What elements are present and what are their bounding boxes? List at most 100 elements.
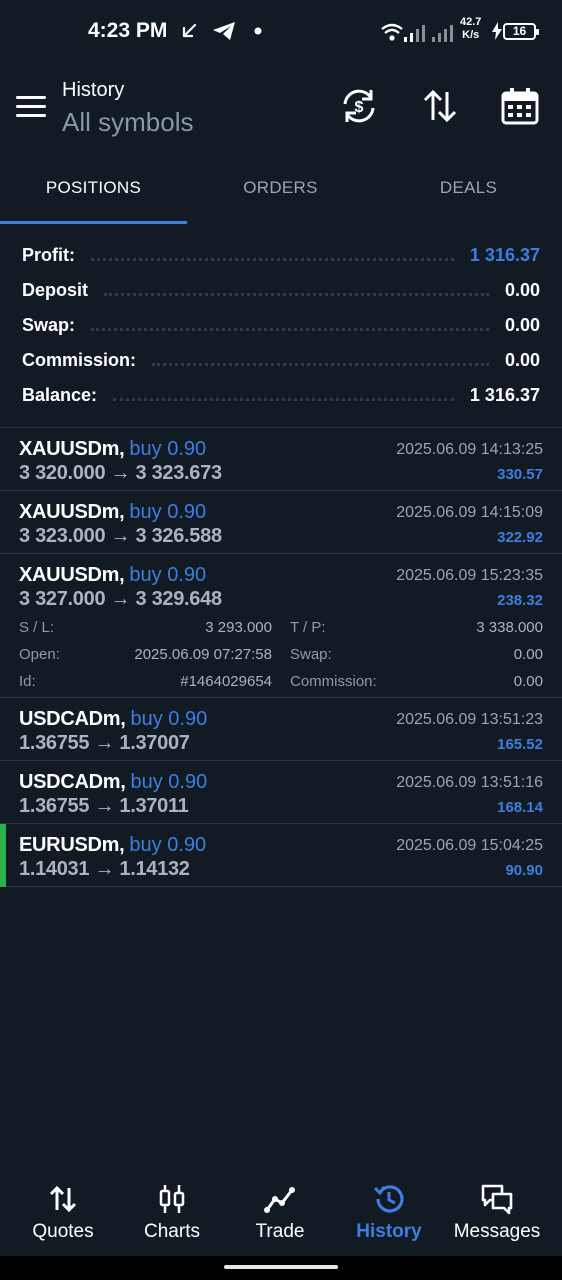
- signal-bars-icon: [404, 25, 453, 42]
- history-clock-icon: [373, 1185, 404, 1213]
- position-side: buy 0.90: [130, 771, 208, 793]
- summary-row-deposit: Deposit 0.00: [0, 273, 562, 308]
- position-profit: 322.92: [497, 529, 543, 546]
- quotes-arrows-icon: [49, 1185, 77, 1213]
- position-date: 2025.06.09 15:04:25: [396, 837, 543, 854]
- tp-label: T / P:: [290, 619, 326, 636]
- position-symbol: XAUUSDm,: [19, 564, 125, 586]
- network-speed: 42.7 K/s: [460, 16, 481, 42]
- svg-text:$: $: [355, 99, 364, 116]
- position-prices: 1.36755 → 1.37007: [19, 732, 190, 754]
- balance-value: 1 316.37: [469, 385, 540, 405]
- open-label: Open:: [19, 646, 60, 663]
- position-side: buy 0.90: [129, 564, 207, 586]
- nav-charts[interactable]: Charts: [117, 1170, 227, 1256]
- bottom-navigation: Quotes Charts Trade History Messages: [0, 1170, 562, 1256]
- position-row[interactable]: EURUSDm, buy 0.90 1.14031 → 1.14132 2025…: [0, 824, 562, 887]
- commission-detail-value: 0.00: [513, 673, 543, 690]
- tp-value: 3 338.000: [476, 619, 543, 636]
- position-prices: 1.36755 → 1.37011: [19, 795, 189, 817]
- summary-row-swap: Swap: 0.00: [0, 308, 562, 343]
- telegram-icon: [213, 22, 235, 40]
- profit-label: Profit:: [22, 245, 75, 265]
- home-gesture-bar[interactable]: [224, 1265, 338, 1269]
- position-row[interactable]: XAUUSDm, buy 0.90 3 320.000 → 3 323.673 …: [0, 428, 562, 491]
- page-title: History: [62, 79, 125, 101]
- menu-icon-bar: [16, 114, 46, 117]
- swap-detail-label: Swap:: [290, 646, 332, 663]
- position-side: buy 0.90: [130, 708, 208, 730]
- tab-orders[interactable]: ORDERS: [187, 154, 374, 224]
- position-profit: 238.32: [497, 592, 543, 609]
- position-date: 2025.06.09 14:13:25: [396, 441, 543, 458]
- position-prices: 3 327.000 → 3 329.648: [19, 588, 222, 610]
- position-row[interactable]: USDCADm, buy 0.90 1.36755 → 1.37011 2025…: [0, 761, 562, 824]
- position-date: 2025.06.09 15:23:35: [396, 567, 543, 584]
- nav-trade-label: Trade: [255, 1221, 305, 1242]
- nav-charts-label: Charts: [144, 1221, 200, 1242]
- wifi-icon: [381, 23, 403, 41]
- position-profit: 330.57: [497, 466, 543, 483]
- swap-value: 0.00: [504, 315, 540, 335]
- position-side: buy 0.90: [129, 501, 207, 523]
- position-symbol: EURUSDm,: [19, 834, 125, 856]
- position-symbol: USDCADm,: [19, 708, 126, 730]
- summary-row-commission: Commission: 0.00: [0, 343, 562, 378]
- position-date: 2025.06.09 14:15:09: [396, 504, 543, 521]
- position-profit: 168.14: [497, 799, 543, 816]
- charging-bolt-icon: [492, 22, 502, 40]
- menu-icon-bar: [16, 96, 46, 99]
- battery-indicator: 16: [503, 23, 539, 40]
- balance-label: Balance:: [22, 385, 98, 405]
- positions-list: XAUUSDm, buy 0.90 3 320.000 → 3 323.673 …: [0, 427, 562, 887]
- tab-positions[interactable]: POSITIONS: [0, 154, 187, 224]
- calendar-icon[interactable]: [500, 86, 540, 126]
- menu-icon-bar: [16, 105, 46, 108]
- nav-history[interactable]: History: [334, 1170, 444, 1256]
- nav-quotes[interactable]: Quotes: [8, 1170, 118, 1256]
- menu-button[interactable]: [16, 96, 46, 118]
- position-row[interactable]: XAUUSDm, buy 0.90 3 323.000 → 3 326.588 …: [0, 491, 562, 554]
- position-date: 2025.06.09 13:51:23: [396, 711, 543, 728]
- open-value: 2025.06.09 07:27:58: [134, 646, 272, 663]
- currency-exchange-icon[interactable]: $: [339, 86, 379, 126]
- position-side: buy 0.90: [129, 438, 207, 460]
- status-time: 4:23 PM: [88, 19, 168, 42]
- position-row[interactable]: USDCADm, buy 0.90 1.36755 → 1.37007 2025…: [0, 698, 562, 761]
- dotted-leader: [113, 398, 454, 401]
- summary-row-balance: Balance: 1 316.37: [0, 378, 562, 413]
- trend-line-icon: [264, 1187, 295, 1213]
- dotted-leader: [91, 258, 454, 261]
- id-value: #1464029654: [180, 673, 272, 690]
- swap-detail-value: 0.00: [513, 646, 543, 663]
- position-prices: 3 323.000 → 3 326.588: [19, 525, 222, 547]
- tab-deals[interactable]: DEALS: [375, 154, 562, 224]
- notification-dot-icon: [254, 27, 262, 35]
- position-prices: 1.14031 → 1.14132: [19, 858, 190, 880]
- network-speed-unit: K/s: [462, 29, 480, 41]
- nav-history-label: History: [356, 1221, 422, 1242]
- profit-value: 1 316.37: [469, 245, 540, 265]
- sort-icon[interactable]: [420, 86, 460, 126]
- position-profit: 165.52: [497, 736, 543, 753]
- app-header: History All symbols $: [0, 62, 562, 154]
- nav-trade[interactable]: Trade: [225, 1170, 335, 1256]
- position-row-expanded[interactable]: XAUUSDm, buy 0.90 3 327.000 → 3 329.648 …: [0, 554, 562, 698]
- candlestick-icon: [159, 1185, 185, 1213]
- position-symbol: XAUUSDm,: [19, 438, 125, 460]
- position-prices: 3 320.000 → 3 323.673: [19, 462, 222, 484]
- symbol-filter[interactable]: All symbols: [62, 107, 193, 138]
- missed-call-arrow-icon: [182, 23, 197, 38]
- nav-quotes-label: Quotes: [32, 1221, 94, 1242]
- deposit-value: 0.00: [504, 280, 540, 300]
- position-date: 2025.06.09 13:51:16: [396, 774, 543, 791]
- commission-detail-label: Commission:: [290, 673, 377, 690]
- id-label: Id:: [19, 673, 36, 690]
- swap-label: Swap:: [22, 315, 76, 335]
- nav-messages[interactable]: Messages: [442, 1170, 552, 1256]
- summary-panel: Profit: 1 316.37 Deposit 0.00 Swap: 0.00…: [0, 238, 562, 413]
- selected-row-marker: [0, 824, 6, 887]
- nav-messages-label: Messages: [453, 1221, 541, 1242]
- position-profit: 90.90: [505, 862, 543, 879]
- dotted-leader: [91, 328, 489, 331]
